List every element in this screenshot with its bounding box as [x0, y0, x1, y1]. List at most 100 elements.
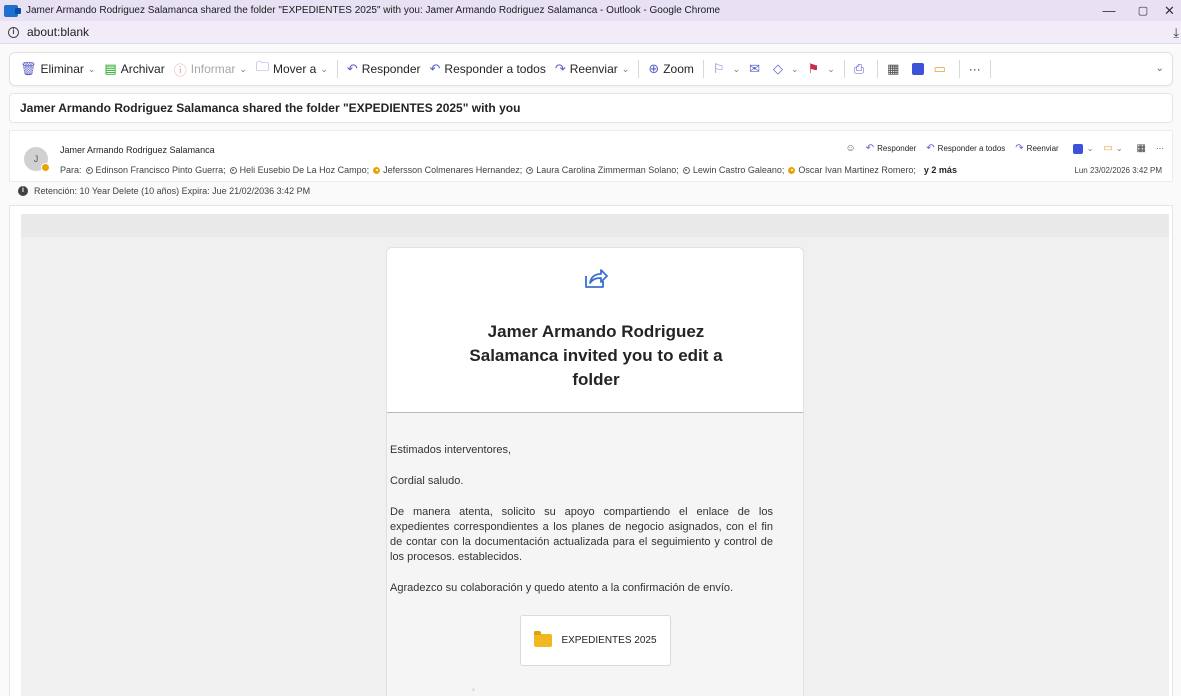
reply-all-button[interactable]: ↶ Responder a todos: [430, 61, 546, 77]
addin-button[interactable]: ▭: [933, 61, 949, 77]
retention-text: Retención: 10 Year Delete (10 años) Expi…: [34, 186, 311, 196]
chevron-down-icon[interactable]: ⌄: [320, 64, 328, 75]
report-button[interactable]: ⓘ Informar ⌄: [174, 60, 247, 79]
more-recipients-link[interactable]: y 2 más: [924, 165, 957, 175]
presence-away-icon: [41, 163, 50, 172]
open-folder-button[interactable]: EXPEDIENTES 2025: [520, 615, 671, 666]
forward-icon: ↷: [554, 61, 566, 76]
recipient[interactable]: Edinson Francisco Pinto Guerra;: [85, 165, 226, 175]
chevron-down-icon[interactable]: ⌄: [1116, 144, 1123, 153]
recipient[interactable]: Laura Carolina Zimmerman Solano;: [526, 165, 679, 175]
url-text[interactable]: about:blank: [27, 25, 89, 39]
print-icon: ⎙: [853, 61, 865, 76]
reply-all-icon: ↶: [926, 143, 935, 154]
ribbon-collapse-chevron-icon[interactable]: ⌄: [1156, 63, 1164, 74]
subject-bar: Jamer Armando Rodriguez Salamanca shared…: [9, 93, 1173, 123]
zoom-label: Zoom: [663, 62, 694, 76]
categorize-button[interactable]: ◇ ⌄: [773, 61, 799, 77]
message-body: Estimados interventores, Cordial saludo.…: [387, 413, 803, 696]
chevron-down-icon[interactable]: ⌄: [239, 64, 247, 75]
more-options-button[interactable]: ···: [969, 62, 981, 76]
folder-icon: [534, 631, 553, 647]
envelope-icon: ✉: [749, 61, 761, 76]
site-info-icon[interactable]: i: [8, 26, 19, 38]
forward-action[interactable]: ↷ Reenviar: [1015, 143, 1058, 154]
ribbon-divider: [989, 60, 991, 78]
reply-all-icon: ↶: [429, 61, 441, 76]
to-label: Para:: [60, 165, 82, 175]
retention-notice: i Retención: 10 Year Delete (10 años) Ex…: [18, 186, 310, 196]
restore-button[interactable]: ▢: [1126, 0, 1160, 21]
reply-button[interactable]: ↶ Responder: [347, 61, 421, 77]
reply-icon: ↶: [346, 61, 358, 76]
addin-icon: ▭: [1103, 143, 1113, 154]
sender-name[interactable]: Jamer Armando Rodriguez Salamanca: [60, 145, 215, 155]
reply-label: Responder: [361, 62, 421, 76]
mark-unread-button[interactable]: ✉: [749, 61, 764, 77]
presence-unknown-icon: [229, 166, 237, 174]
forward-label: Reenviar: [569, 62, 618, 76]
pdf-addin-action[interactable]: ⌄: [1072, 143, 1094, 154]
move-folder-icon: 🗀︎: [255, 59, 269, 74]
report-icon: ⓘ: [173, 62, 187, 78]
greeting-text: Estimados interventores,: [390, 444, 512, 456]
emoji-icon[interactable]: ☺: [846, 143, 856, 154]
move-label: Mover a: [272, 62, 317, 76]
chevron-down-icon[interactable]: ⌄: [622, 64, 630, 75]
window-title: Jamer Armando Rodriguez Salamanca shared…: [26, 5, 721, 16]
thanks-text: Agradezco su colaboración y quedo atento…: [390, 582, 734, 594]
chevron-down-icon[interactable]: ⌄: [733, 64, 741, 75]
addin-action[interactable]: ▭ ⌄: [1103, 143, 1122, 154]
print-button[interactable]: ⎙: [854, 61, 868, 77]
download-icon[interactable]: ⤓: [1173, 25, 1179, 41]
pdf-addin-button[interactable]: [912, 63, 925, 75]
chevron-down-icon[interactable]: ⌄: [88, 64, 96, 75]
presence-away-icon: [373, 166, 381, 174]
trash-icon: 🗑︎: [20, 61, 37, 76]
close-button[interactable]: ✕: [1158, 0, 1181, 21]
more-actions-button[interactable]: ···: [1156, 144, 1164, 153]
apps-button[interactable]: ▦: [887, 61, 903, 77]
reply-all-label: Responder a todos: [444, 62, 546, 76]
footer-mark-icon: ◦: [472, 685, 475, 694]
presence-unknown-icon: [85, 166, 93, 174]
chevron-down-icon[interactable]: ⌄: [1087, 144, 1094, 153]
delete-button[interactable]: 🗑︎ Eliminar ⌄: [20, 61, 95, 77]
reply-action[interactable]: ↶ Responder: [866, 143, 917, 154]
sender-header: J Jamer Armando Rodriguez Salamanca Para…: [9, 130, 1173, 182]
ribbon-divider: [638, 60, 640, 78]
chevron-down-icon[interactable]: ⌄: [827, 64, 835, 75]
share-invitation-card: Jamer Armando Rodriguez Salamanca invite…: [386, 247, 804, 696]
message-ribbon: 🗑︎ Eliminar ⌄ ▤ Archivar ⓘ Informar ⌄ 🗀︎…: [9, 52, 1173, 86]
zoom-button[interactable]: ⊕ Zoom: [648, 61, 694, 77]
chevron-down-icon[interactable]: ⌄: [791, 64, 799, 75]
flag-button[interactable]: ⚑ ⌄: [808, 61, 835, 77]
body-paragraph: De manera atenta, solicito su apoyo comp…: [390, 506, 773, 563]
reply-all-action[interactable]: ↶ Responder a todos: [926, 143, 1005, 154]
email-subject: Jamer Armando Rodriguez Salamanca shared…: [20, 101, 521, 115]
presence-unknown-icon: [682, 166, 690, 174]
minimize-button[interactable]: —: [1092, 0, 1126, 21]
forward-icon: ↷: [1015, 143, 1024, 154]
move-to-button[interactable]: 🗀︎ Mover a ⌄: [256, 58, 328, 80]
received-timestamp: Lun 23/02/2026 3:42 PM: [1074, 166, 1162, 175]
recipient[interactable]: Heli Eusebio De La Hoz Campo;: [229, 165, 369, 175]
presence-away-icon: [788, 166, 796, 174]
ribbon-divider: [843, 60, 845, 78]
outlook-app-icon: [4, 4, 21, 17]
tag-button[interactable]: ⚐ ⌄: [713, 61, 740, 77]
salute-text: Cordial saludo.: [390, 475, 464, 487]
archive-button[interactable]: ▤ Archivar: [104, 61, 164, 77]
forward-button[interactable]: ↷ Reenviar ⌄: [555, 61, 629, 77]
flag-icon: ⚑: [807, 61, 820, 76]
apps-action[interactable]: ▦: [1137, 143, 1146, 154]
recipient[interactable]: Lewin Castro Galeano;: [682, 165, 784, 175]
pdf-addin-icon: [1072, 143, 1083, 154]
tag-icon: ⚐: [712, 61, 725, 76]
address-bar: i about:blank ⤓: [0, 21, 1181, 44]
recipient[interactable]: Oscar Ivan Martinez Romero;: [788, 165, 916, 175]
apps-grid-icon: ▦: [1136, 143, 1146, 154]
recipient[interactable]: Jefersson Colmenares Hernandez;: [373, 165, 522, 175]
browser-title-bar: Jamer Armando Rodriguez Salamanca shared…: [0, 0, 1181, 21]
apps-grid-icon: ▦: [887, 61, 900, 76]
